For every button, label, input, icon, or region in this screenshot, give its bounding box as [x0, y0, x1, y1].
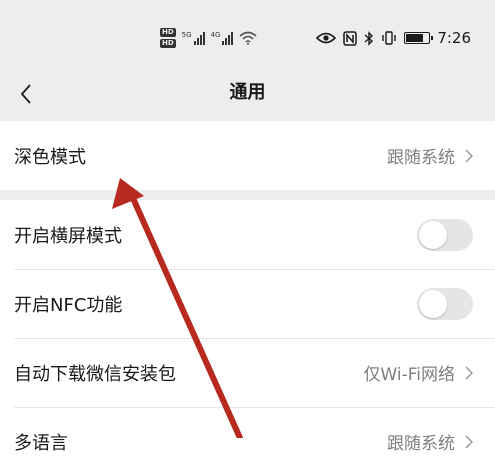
clock: 7:26 [437, 29, 471, 47]
chevron-right-icon [465, 434, 473, 449]
page-title: 通用 [229, 82, 266, 103]
dark-mode-value: 跟随系统 [387, 148, 455, 168]
landscape-mode-toggle[interactable] [417, 218, 473, 251]
nfc-label: 开启NFC功能 [14, 294, 123, 316]
signal-4g-icon: 4G [211, 31, 234, 45]
eye-icon [316, 32, 337, 44]
vibrate-icon [382, 31, 397, 45]
auto-download-row[interactable]: 自动下载微信安装包 仅Wi-Fi网络 [0, 338, 495, 407]
status-bar: HD HD 5G 4G 7:26 [0, 0, 495, 70]
bluetooth-icon [364, 30, 374, 46]
signal-tag: 4G [210, 31, 221, 39]
chevron-right-icon [465, 148, 473, 163]
landscape-mode-row: 开启横屏模式 [0, 200, 495, 269]
dark-mode-row[interactable]: 深色模式 跟随系统 [0, 121, 495, 190]
settings-group-general: 开启横屏模式 开启NFC功能 自动下载微信安装包 仅Wi-Fi网络 多语言 跟随… [0, 200, 495, 476]
language-label: 多语言 [14, 432, 68, 454]
auto-download-label: 自动下载微信安装包 [14, 363, 176, 385]
nfc-icon [343, 30, 358, 46]
hd-badge: HD [160, 39, 176, 48]
dark-mode-label: 深色模式 [14, 146, 86, 168]
settings-group-display: 深色模式 跟随系统 [0, 121, 495, 190]
hd-badges: HD HD [160, 28, 176, 48]
chevron-right-icon [465, 365, 473, 380]
landscape-mode-label: 开启横屏模式 [14, 225, 122, 247]
wifi-icon [239, 31, 257, 45]
system-indicators: 7:26 [316, 27, 471, 49]
auto-download-value: 仅Wi-Fi网络 [363, 365, 455, 385]
language-row[interactable]: 多语言 跟随系统 [0, 407, 495, 476]
nfc-toggle[interactable] [417, 287, 473, 320]
navigation-bar: 通用 [0, 70, 495, 118]
battery-icon [404, 32, 434, 44]
nfc-row: 开启NFC功能 [0, 269, 495, 338]
signal-5g-icon: 5G [182, 31, 205, 45]
signal-tag: 5G [181, 31, 192, 39]
hd-badge: HD [160, 28, 176, 37]
language-value: 跟随系统 [387, 434, 455, 454]
network-indicators: HD HD 5G 4G [160, 25, 257, 51]
